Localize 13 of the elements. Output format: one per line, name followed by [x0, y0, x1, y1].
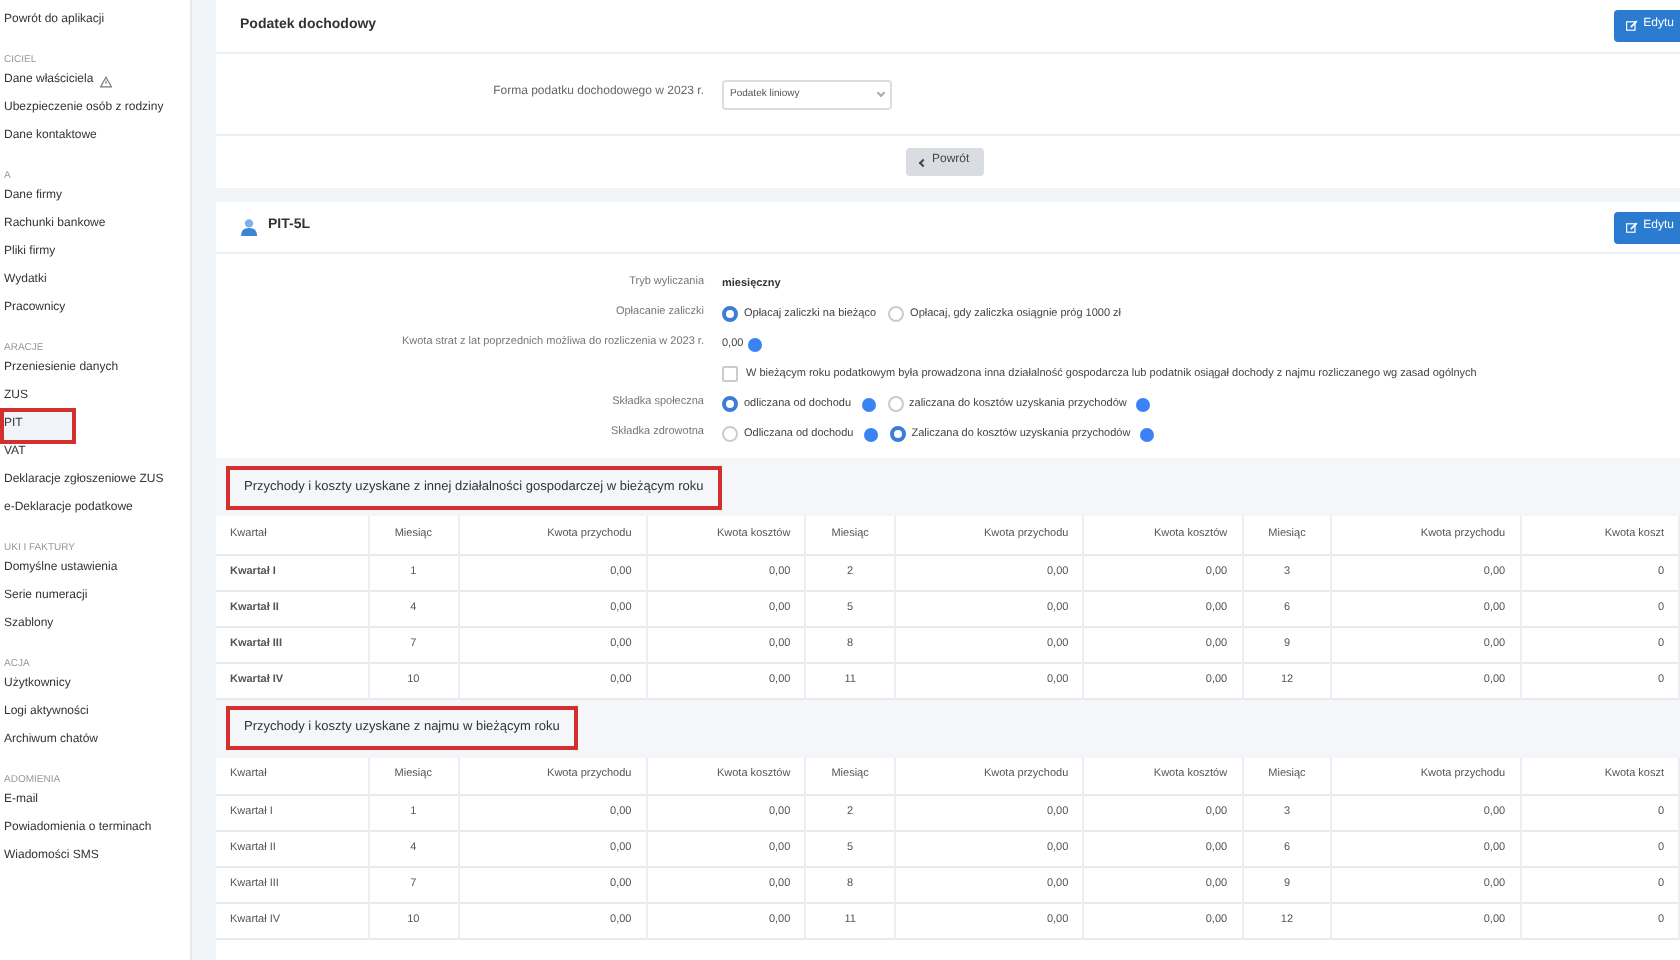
radio-button[interactable] — [722, 306, 738, 322]
chevron-icon — [918, 157, 928, 167]
radio-button[interactable] — [722, 426, 738, 442]
edit-icon — [1625, 20, 1638, 32]
radio-button[interactable] — [887, 396, 904, 412]
radio-button[interactable] — [888, 306, 905, 322]
person-icon — [240, 218, 258, 236]
caret-icon — [876, 87, 886, 97]
radio-button[interactable] — [889, 426, 906, 442]
edit-icon — [1625, 221, 1638, 233]
checkbox[interactable] — [722, 366, 738, 382]
warning-icon — [99, 76, 112, 88]
radio-button[interactable] — [722, 396, 738, 412]
